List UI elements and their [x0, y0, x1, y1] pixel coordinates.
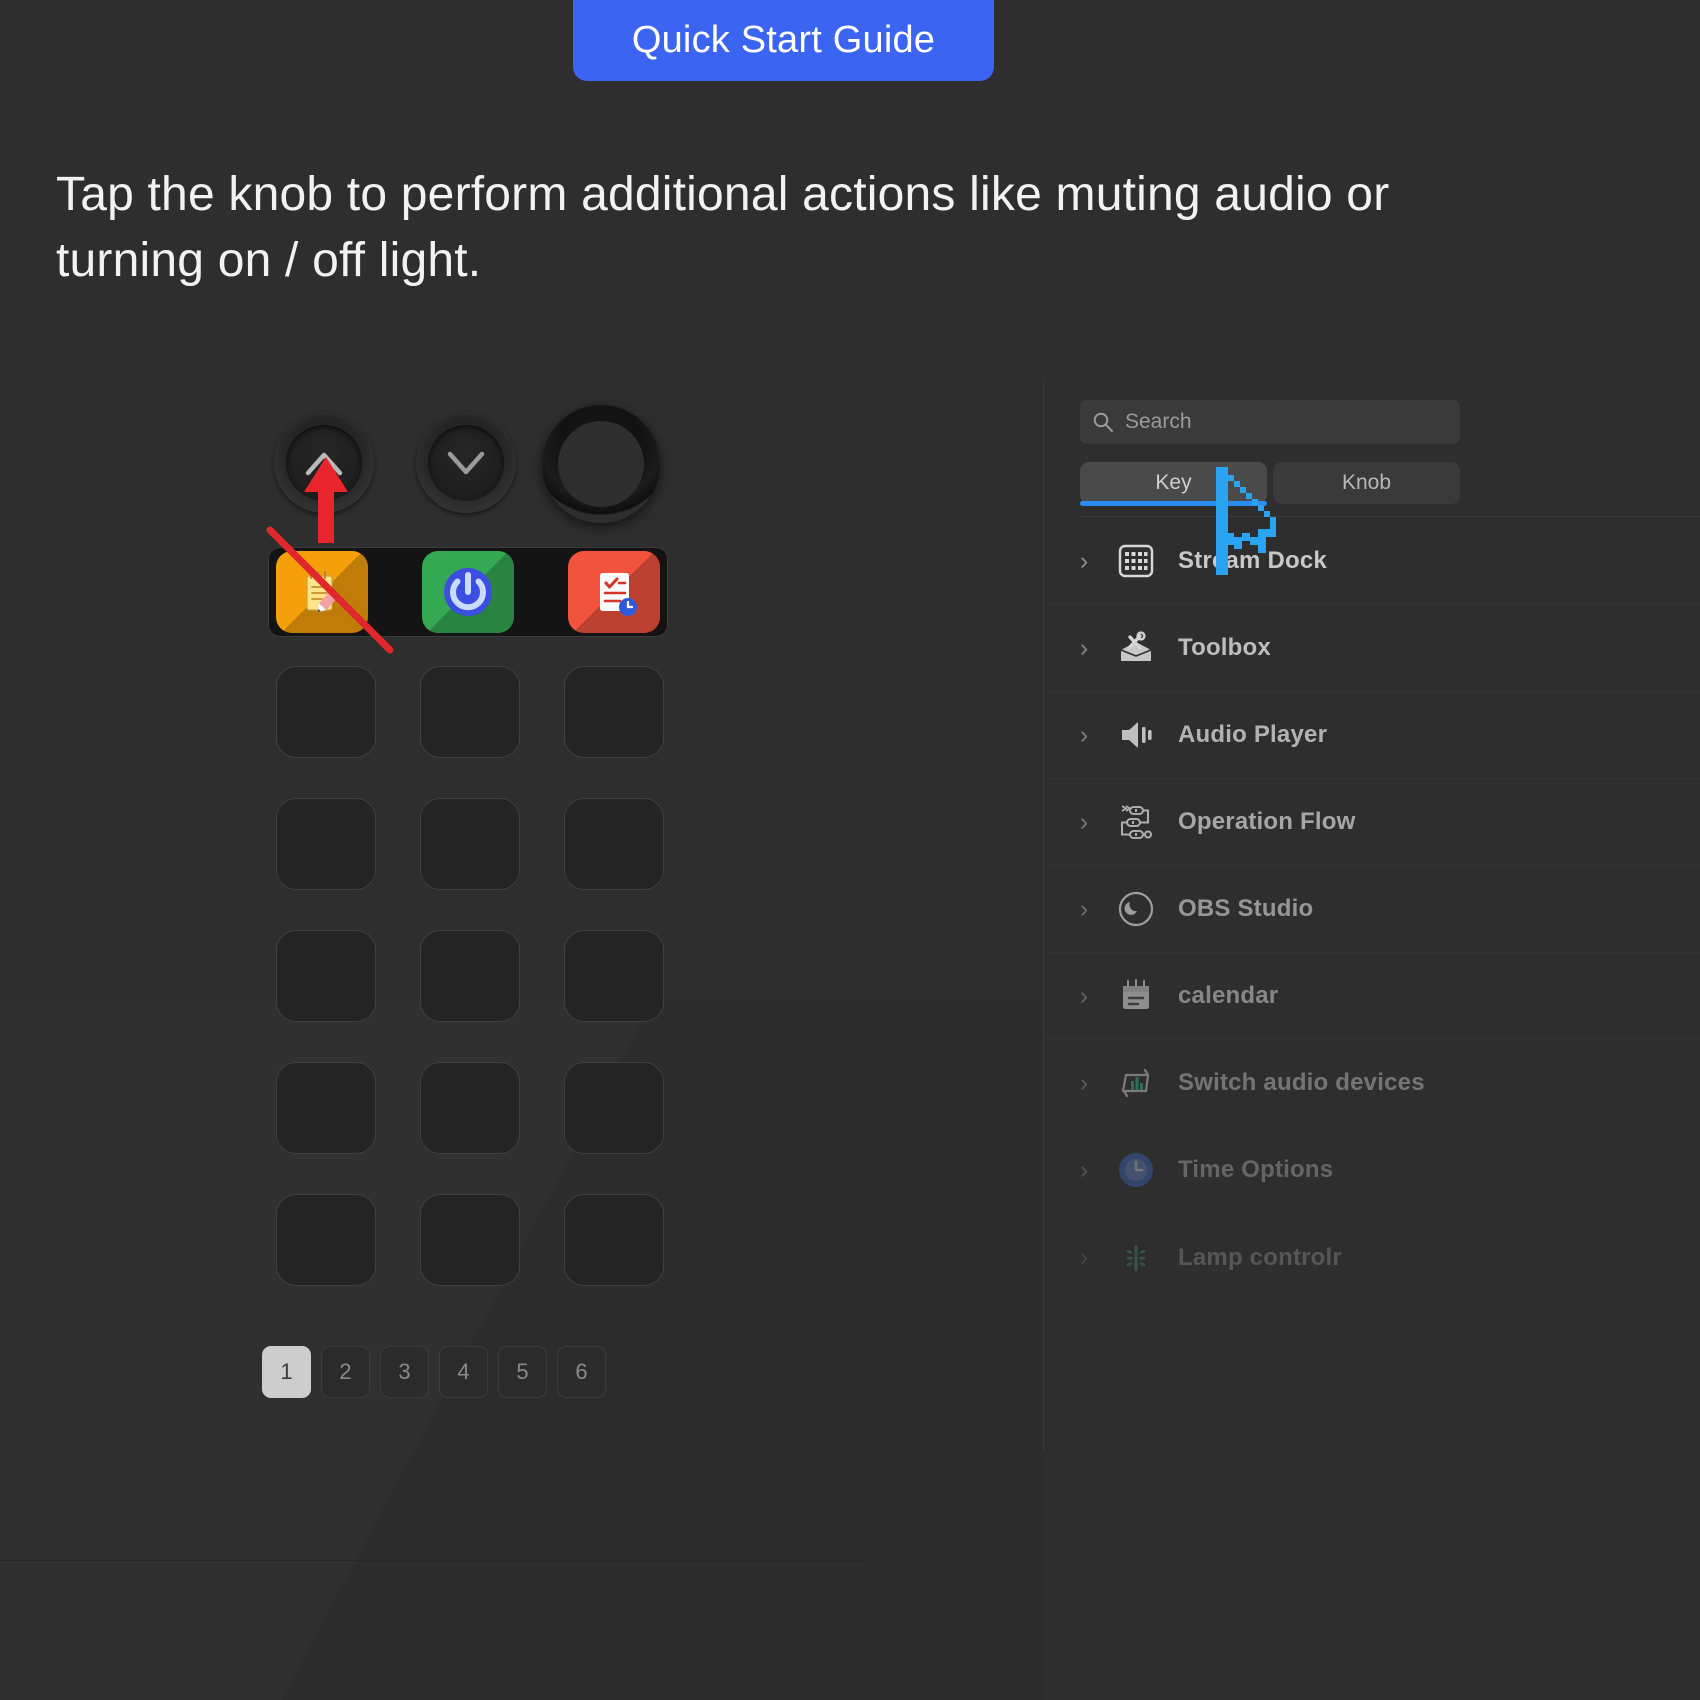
page-button-4[interactable]: 4 [439, 1346, 488, 1398]
empty-key[interactable] [564, 666, 664, 758]
category-item-toolbox[interactable]: › Toolbox [1044, 605, 1700, 692]
search-icon [1093, 412, 1113, 432]
clock-badge-icon [1106, 1150, 1166, 1190]
keypad-grid-icon [1106, 541, 1166, 581]
empty-key[interactable] [420, 1194, 520, 1286]
screenshot-root: Quick Start Guide Tap the knob to perfor… [0, 0, 1700, 1700]
category-label: Operation Flow [1178, 808, 1356, 835]
empty-key[interactable] [420, 666, 520, 758]
chevron-right-icon: › [1079, 720, 1089, 749]
category-label: Lamp controlr [1178, 1243, 1342, 1271]
chevron-right-icon: › [1079, 633, 1089, 662]
action-library-panel: Search Key Knob › Stream Dock › Toolbox … [1044, 378, 1700, 1453]
category-list: › Stream Dock › Toolbox › Audio Player ›… [1044, 518, 1700, 1301]
empty-key[interactable] [564, 1062, 664, 1154]
empty-key[interactable] [276, 930, 376, 1022]
page-selector: 1 2 3 4 5 6 [262, 1346, 606, 1398]
lamp-icon [1106, 1238, 1166, 1278]
empty-key[interactable] [420, 798, 520, 890]
page-button-5[interactable]: 5 [498, 1346, 547, 1398]
chevron-down-icon [447, 451, 485, 475]
empty-key[interactable] [564, 930, 664, 1022]
red-strike-line-annotation [266, 526, 394, 654]
power-button-icon [444, 568, 492, 616]
tab-knob[interactable]: Knob [1273, 462, 1460, 504]
knob-down-button[interactable] [416, 413, 516, 513]
page-button-2[interactable]: 2 [321, 1346, 370, 1398]
obs-logo-icon [1106, 889, 1166, 929]
category-item-calendar[interactable]: › calendar [1044, 953, 1700, 1040]
chevron-right-icon: › [1079, 894, 1089, 923]
chevron-right-icon: › [1079, 1243, 1089, 1271]
empty-key[interactable] [420, 1062, 520, 1154]
speaker-icon [1106, 715, 1166, 755]
rotary-knob[interactable] [542, 405, 660, 523]
empty-key[interactable] [276, 1062, 376, 1154]
power-key[interactable] [422, 551, 514, 633]
calendar-icon [1106, 976, 1166, 1016]
empty-key-grid [276, 666, 668, 1286]
search-placeholder: Search [1125, 410, 1192, 433]
banner-title: Quick Start Guide [631, 19, 936, 61]
category-label: OBS Studio [1178, 895, 1314, 922]
category-label: Toolbox [1178, 634, 1271, 661]
category-item-obs-studio[interactable]: › OBS Studio [1044, 866, 1700, 953]
category-item-stream-dock[interactable]: › Stream Dock [1044, 518, 1700, 605]
toolbox-icon [1106, 628, 1166, 668]
empty-key[interactable] [276, 666, 376, 758]
category-item-operation-flow[interactable]: › Operation Flow [1044, 779, 1700, 866]
category-item-switch-audio-devices[interactable]: › Switch audio devices [1044, 1040, 1700, 1127]
chevron-right-icon: › [1079, 807, 1089, 836]
search-field[interactable]: Search [1080, 400, 1460, 444]
empty-key[interactable] [420, 930, 520, 1022]
page-button-3[interactable]: 3 [380, 1346, 429, 1398]
switch-audio-icon [1106, 1063, 1166, 1103]
page-button-1[interactable]: 1 [262, 1346, 311, 1398]
empty-key[interactable] [276, 798, 376, 890]
bottom-horizontal-divider [0, 1560, 865, 1561]
chevron-right-icon: › [1079, 1155, 1089, 1184]
category-label: Audio Player [1178, 721, 1328, 748]
checklist-clock-icon [600, 573, 637, 616]
mouse-cursor-icon [1216, 467, 1276, 575]
chevron-right-icon: › [1079, 546, 1089, 575]
category-item-audio-player[interactable]: › Audio Player [1044, 692, 1700, 779]
category-label: Switch audio devices [1178, 1069, 1425, 1096]
flow-nodes-icon [1106, 802, 1166, 842]
tabs-bottom-divider [1080, 516, 1700, 517]
chevron-right-icon: › [1079, 981, 1089, 1010]
chevron-right-icon: › [1079, 1068, 1089, 1097]
category-label: Time Options [1178, 1156, 1334, 1183]
empty-key[interactable] [276, 1194, 376, 1286]
empty-key[interactable] [564, 798, 664, 890]
instruction-text: Tap the knob to perform additional actio… [56, 168, 1390, 288]
category-item-lamp-controlr[interactable]: › Lamp controlr [1044, 1214, 1700, 1301]
category-item-time-options[interactable]: › Time Options [1044, 1127, 1700, 1214]
tasks-key[interactable] [568, 551, 660, 633]
empty-key[interactable] [564, 1194, 664, 1286]
page-button-6[interactable]: 6 [557, 1346, 606, 1398]
category-label: calendar [1178, 982, 1279, 1009]
quick-start-guide-banner: Quick Start Guide [573, 0, 994, 81]
